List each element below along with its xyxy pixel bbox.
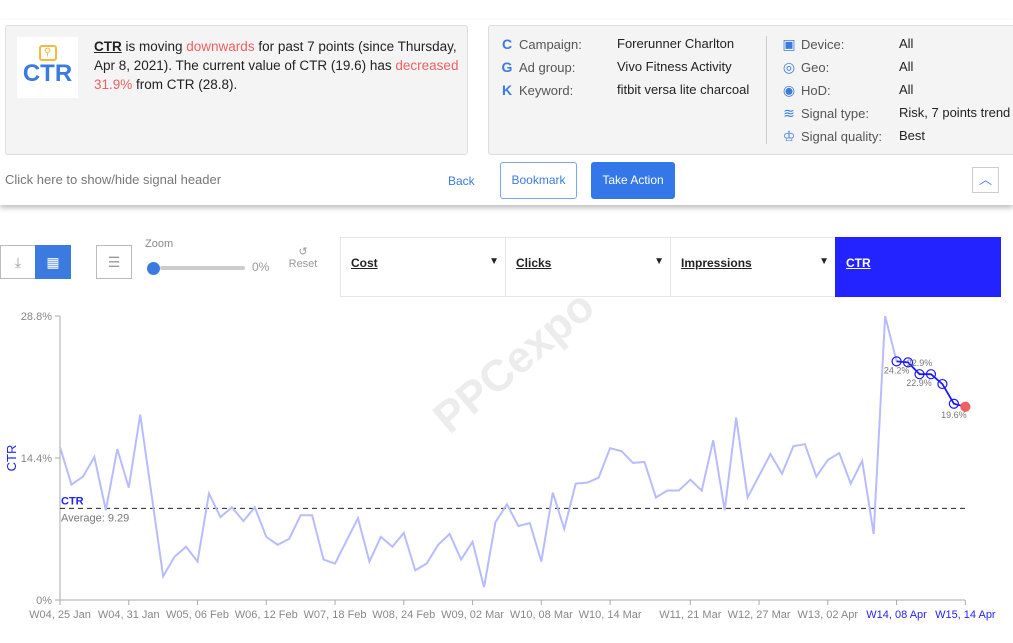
x-tick-label: W13, 02 Apr (798, 609, 859, 621)
point-label: 19.6% (941, 410, 967, 420)
point-label: 24.2% (884, 365, 910, 375)
y-tick-label: 14.4% (21, 453, 52, 465)
x-tick-label: W12, 27 Mar (728, 609, 791, 621)
y-tick-label: 28.8% (21, 311, 52, 323)
y-tick-label: 0% (36, 595, 52, 607)
x-tick-label: W07, 18 Feb (304, 609, 367, 621)
x-tick-label: W04, 25 Jan (29, 609, 91, 621)
average-label: Average: 9.29 (61, 512, 129, 524)
watermark: PPCexpo (424, 281, 603, 443)
x-tick-label: W14, 08 Apr (866, 609, 927, 621)
x-tick-label: W04, 31 Jan (98, 609, 160, 621)
average-series-label: CTR (61, 495, 84, 507)
ctr-line-chart: PPCexpo 0% 14.4% 28.8% CTR W04, 25 Jan W04, 31… (4, 281, 996, 621)
x-tick-label: W06, 12 Feb (235, 609, 298, 621)
y-axis-label: CTR (4, 445, 19, 472)
x-tick-label: W11, 21 Mar (659, 609, 721, 621)
x-tick-label: W09, 02 Mar (441, 609, 504, 621)
ctr-series-line (59, 315, 898, 588)
x-tick-label: W10, 08 Mar (510, 609, 573, 621)
point-label: 22.9% (907, 358, 933, 368)
x-tick-label: W08, 24 Feb (372, 609, 435, 621)
x-tick-label: W15, 14 Apr (935, 609, 996, 621)
point-label: 22.9% (906, 378, 932, 388)
x-tick-label: W05, 06 Feb (166, 609, 229, 621)
x-tick-label: W10, 14 Mar (579, 609, 642, 621)
